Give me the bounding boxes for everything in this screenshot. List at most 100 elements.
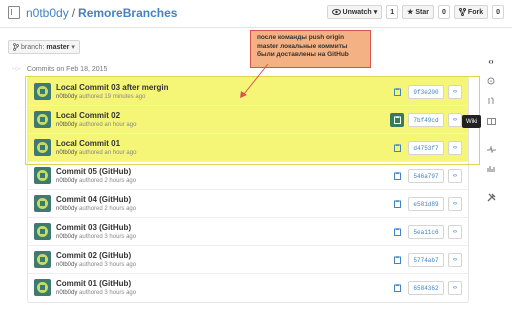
- avatar[interactable]: [34, 251, 51, 268]
- copy-sha-button[interactable]: [390, 197, 404, 211]
- code-icon: ‹›: [453, 229, 457, 235]
- commit-row: Local Commit 03 after mergin n0tb0dy auth…: [28, 78, 468, 106]
- commit-author[interactable]: n0tb0dy: [56, 262, 77, 268]
- browse-code-button[interactable]: ‹›: [448, 141, 462, 155]
- commit-sha-link[interactable]: 546a797: [408, 169, 444, 183]
- copy-sha-button[interactable]: [390, 85, 404, 99]
- avatar[interactable]: [34, 111, 51, 128]
- branch-selector[interactable]: branch: master ▾: [8, 40, 80, 54]
- star-count[interactable]: 0: [438, 5, 450, 19]
- branch-name: master: [46, 43, 70, 51]
- browse-code-button[interactable]: ‹›: [448, 281, 462, 295]
- commit-time: 2 hours ago: [104, 206, 137, 212]
- issues-icon[interactable]: [484, 74, 498, 88]
- settings-icon[interactable]: [484, 190, 498, 204]
- repo-title: n0tb0dy / RemoreBranches: [26, 6, 177, 20]
- commit-sha-link[interactable]: 7bf49cd: [408, 113, 444, 127]
- wiki-icon[interactable]: [484, 114, 498, 128]
- browse-code-button[interactable]: ‹›: [448, 85, 462, 99]
- commit-title[interactable]: Local Commit 01: [56, 139, 120, 148]
- commit-author[interactable]: n0tb0dy: [56, 94, 77, 100]
- code-icon: ‹›: [453, 117, 457, 123]
- commit-author[interactable]: n0tb0dy: [56, 122, 77, 128]
- pulse-icon[interactable]: [484, 142, 498, 156]
- commit-sha-link[interactable]: 6584362: [408, 281, 444, 295]
- commit-title[interactable]: Local Commit 02: [56, 111, 120, 120]
- fork-label: Fork: [467, 8, 484, 16]
- commit-title[interactable]: Commit 03 (GitHub): [56, 223, 131, 232]
- avatar[interactable]: [34, 279, 51, 296]
- copy-sha-button[interactable]: [390, 281, 404, 295]
- clipboard-icon: [393, 200, 401, 208]
- commit-author[interactable]: n0tb0dy: [56, 178, 77, 184]
- commits-day-header: -○- Commits on Feb 18, 2015: [12, 66, 107, 73]
- clipboard-icon: [393, 116, 401, 124]
- commit-title[interactable]: Commit 02 (GitHub): [56, 251, 131, 260]
- repo-owner-link[interactable]: n0tb0dy: [26, 6, 69, 20]
- copy-sha-button[interactable]: [390, 169, 404, 183]
- commit-sha-link[interactable]: 5774ab7: [408, 253, 444, 267]
- commit-author[interactable]: n0tb0dy: [56, 206, 77, 212]
- fork-button[interactable]: Fork: [453, 5, 489, 19]
- commit-time: 3 hours ago: [104, 290, 137, 296]
- avatar[interactable]: [34, 139, 51, 156]
- repo-separator: /: [71, 6, 76, 20]
- browse-code-button[interactable]: ‹›: [448, 225, 462, 239]
- commit-meta: n0tb0dy authored 19 minutes ago: [56, 94, 145, 100]
- commit-group-icon: -○-: [12, 66, 21, 73]
- commit-author[interactable]: n0tb0dy: [56, 150, 77, 156]
- tooltip: Wiki: [462, 115, 482, 128]
- code-icon: ‹›: [453, 201, 457, 207]
- commit-meta: n0tb0dy authored 2 hours ago: [56, 178, 136, 184]
- watch-count[interactable]: 1: [386, 5, 399, 19]
- fork-count[interactable]: 0: [492, 5, 504, 19]
- commit-meta: n0tb0dy authored 3 hours ago: [56, 262, 136, 268]
- avatar[interactable]: [34, 223, 51, 240]
- avatar[interactable]: [34, 83, 51, 100]
- copy-sha-button[interactable]: [390, 253, 404, 267]
- commit-title[interactable]: Local Commit 03 after mergin: [56, 83, 168, 92]
- commit-sha-link[interactable]: 9f3e200: [408, 85, 444, 99]
- commit-list: Local Commit 03 after mergin n0tb0dy auth…: [27, 77, 469, 303]
- commit-time: 19 minutes ago: [104, 94, 146, 100]
- copy-sha-button[interactable]: [390, 113, 404, 127]
- star-button[interactable]: ★ Star: [402, 5, 435, 19]
- copy-sha-button[interactable]: [390, 141, 404, 155]
- browse-code-button[interactable]: ‹›: [448, 169, 462, 183]
- commit-author[interactable]: n0tb0dy: [56, 290, 77, 296]
- commit-title[interactable]: Commit 04 (GitHub): [56, 195, 131, 204]
- commit-sha-link[interactable]: 5ea11c6: [408, 225, 444, 239]
- avatar[interactable]: [34, 195, 51, 212]
- avatar[interactable]: [34, 167, 51, 184]
- commit-meta: n0tb0dy authored an hour ago: [56, 122, 136, 128]
- commit-verb: authored: [79, 290, 103, 296]
- commit-verb: authored: [79, 206, 103, 212]
- graphs-icon[interactable]: [484, 162, 498, 176]
- annotation-note: после команды push origin master локальн…: [250, 30, 371, 68]
- commit-row: Commit 03 (GitHub) n0tb0dy authored 3 hou…: [28, 218, 468, 246]
- code-icon[interactable]: ‹›: [484, 54, 498, 68]
- pull-request-icon[interactable]: [484, 94, 498, 108]
- browse-code-button[interactable]: ‹›: [448, 197, 462, 211]
- commit-verb: authored: [79, 234, 103, 240]
- commit-sha-link[interactable]: d4753f7: [408, 141, 444, 155]
- commit-sha-link[interactable]: e581d89: [408, 197, 444, 211]
- chevron-down-icon: ▾: [373, 9, 378, 16]
- commit-author[interactable]: n0tb0dy: [56, 234, 77, 240]
- commit-verb: authored: [79, 122, 103, 128]
- commit-meta: n0tb0dy authored 3 hours ago: [56, 290, 136, 296]
- branch-prefix: branch:: [21, 43, 45, 51]
- copy-sha-button[interactable]: [390, 225, 404, 239]
- fork-icon: [458, 8, 466, 16]
- unwatch-button[interactable]: Unwatch ▾: [326, 5, 383, 19]
- commit-time: an hour ago: [104, 122, 137, 128]
- browse-code-button[interactable]: ‹›: [448, 113, 462, 127]
- clipboard-icon: [393, 228, 401, 236]
- commit-meta: n0tb0dy authored 3 hours ago: [56, 234, 136, 240]
- commit-title[interactable]: Commit 05 (GitHub): [56, 167, 131, 176]
- commit-meta: n0tb0dy authored an hour ago: [56, 150, 136, 156]
- browse-code-button[interactable]: ‹›: [448, 253, 462, 267]
- code-icon: ‹›: [453, 173, 457, 179]
- commit-title[interactable]: Commit 01 (GitHub): [56, 279, 131, 288]
- repo-name-link[interactable]: RemoreBranches: [78, 6, 177, 20]
